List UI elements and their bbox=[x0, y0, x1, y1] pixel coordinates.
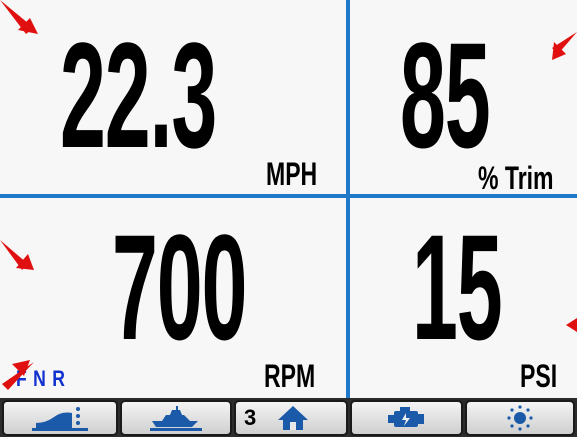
gear-neutral: N bbox=[33, 366, 46, 391]
trim-unit: % Trim bbox=[478, 160, 554, 196]
boat-icon bbox=[150, 405, 202, 431]
pressure-value: 15 bbox=[412, 203, 503, 371]
trim-tab-button[interactable] bbox=[2, 400, 118, 436]
home-button[interactable]: 3 bbox=[234, 400, 348, 436]
arrow-pointer-icon bbox=[2, 360, 34, 390]
speed-unit: MPH bbox=[266, 156, 318, 192]
engine-icon bbox=[386, 405, 428, 431]
rpm-unit: RPM bbox=[264, 358, 316, 394]
rpm-value: 700 bbox=[112, 203, 247, 371]
vertical-divider bbox=[346, 0, 350, 398]
pressure-unit: PSI bbox=[520, 358, 558, 394]
engine-button[interactable] bbox=[350, 400, 463, 436]
arrow-pointer-icon bbox=[0, 0, 38, 34]
page-number: 3 bbox=[244, 405, 257, 430]
brightness-icon bbox=[505, 404, 535, 432]
boat-button[interactable] bbox=[120, 400, 232, 436]
speed-value: 22.3 bbox=[60, 11, 217, 179]
gear-reverse: R bbox=[52, 366, 65, 391]
gauge-screen: 22.3 MPH 85 % Trim 700 RPM 15 PSI F N R bbox=[0, 0, 577, 437]
arrow-pointer-icon bbox=[0, 240, 34, 270]
brightness-button[interactable] bbox=[465, 400, 575, 436]
arrow-pointer-icon bbox=[552, 32, 577, 60]
trim-tab-icon bbox=[32, 405, 88, 431]
trim-value: 85 bbox=[400, 11, 491, 179]
arrow-pointer-icon bbox=[566, 318, 577, 332]
home-icon bbox=[276, 404, 310, 432]
